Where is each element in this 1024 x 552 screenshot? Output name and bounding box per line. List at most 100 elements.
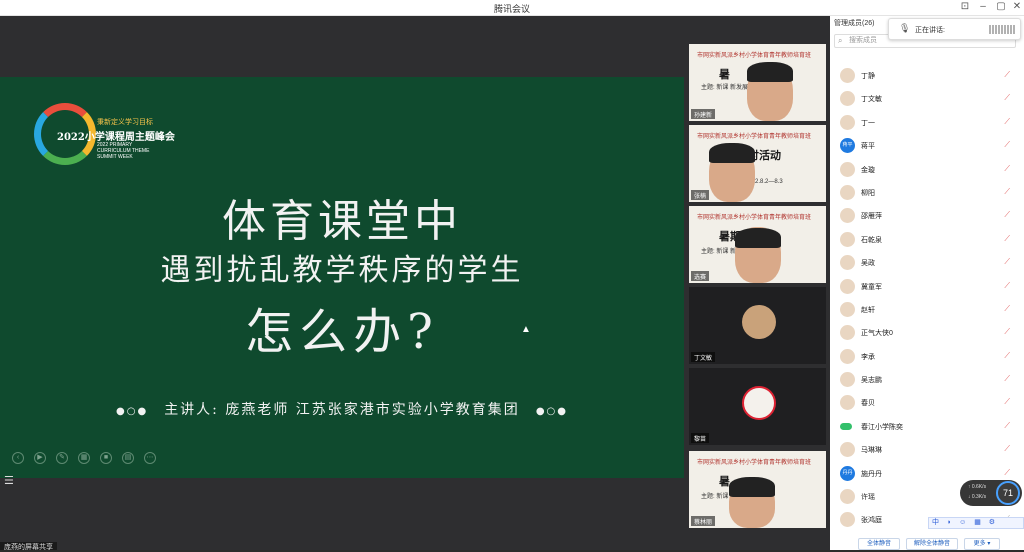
video-tile[interactable]: 市网实新风派乡村小学体育青年教师培育班 暑 主题: 新课 新发展 孙建新 xyxy=(689,44,826,121)
mic-muted-icon[interactable]: ⟋ xyxy=(1004,421,1010,431)
more-options-icon[interactable]: ⋯ xyxy=(144,452,156,464)
mic-muted-icon[interactable]: ⟋ xyxy=(1004,397,1010,407)
member-name: 石乾泉 xyxy=(861,236,882,244)
member-row[interactable]: 邵雁萍 ⟋ xyxy=(830,204,1024,227)
member-row[interactable]: 李承 ⟋ xyxy=(830,345,1024,368)
ime-toolbar[interactable]: 中 ◗ ☺ ▦ ⚙ xyxy=(928,517,1024,529)
screen-share-label: 庞燕的屏幕共享 xyxy=(0,542,57,551)
mic-muted-icon[interactable]: ⟋ xyxy=(1004,468,1010,478)
member-row[interactable]: 吴政 ⟋ xyxy=(830,251,1024,274)
play-icon[interactable]: ▶ xyxy=(34,452,46,464)
mute-all-button[interactable]: 全体静音 xyxy=(858,538,900,550)
members-panel-title: 管理成员(26) xyxy=(834,20,875,27)
participant-name: 选赛 xyxy=(691,271,710,281)
video-tile[interactable]: 黎苗 xyxy=(689,368,826,445)
member-row[interactable]: 春贝 ⟋ xyxy=(830,391,1024,414)
mic-muted-icon[interactable]: ⟋ xyxy=(1004,304,1010,314)
member-row[interactable]: 吴志鹏 ⟋ xyxy=(830,368,1024,391)
mic-muted-icon[interactable]: ⟋ xyxy=(1004,327,1010,337)
close-icon[interactable]: ✕ xyxy=(1010,1,1024,12)
logo-subtitle: 2022 PRIMARY CURRICULUM THEME SUMMIT WEE… xyxy=(97,142,150,160)
decor-dots-right: ●○● xyxy=(535,406,568,417)
video-tile[interactable]: 市网实新风派乡村小学体育青年教师培育班 暑期研 动 主题: 新课 新发展 选赛 xyxy=(689,206,826,283)
mic-muted-icon[interactable]: ⟋ xyxy=(1004,164,1010,174)
video-tile[interactable]: 市网实新风派乡村小学体育青年教师培育班 研讨活动 2022.8.2—8.3 张楠 xyxy=(689,125,826,202)
mic-muted-icon[interactable]: ⟋ xyxy=(1004,351,1010,361)
avatar: 丹丹 xyxy=(840,465,855,481)
member-row[interactable]: 赵轩 ⟋ xyxy=(830,298,1024,321)
slide-title-line3: 怎么办? xyxy=(245,304,439,360)
toggle-icon xyxy=(840,422,852,430)
more-button[interactable]: 更多 ▾ xyxy=(964,538,1000,550)
mic-muted-icon[interactable]: ⟋ xyxy=(1004,93,1010,103)
member-row[interactable]: 丁静 ⟋ xyxy=(830,64,1024,87)
member-row[interactable]: 金璇 ⟋ xyxy=(830,158,1024,181)
participant-hair xyxy=(747,62,793,82)
avatar xyxy=(840,114,855,130)
participant-hair xyxy=(729,477,775,497)
unmute-all-button[interactable]: 解除全体静音 xyxy=(906,538,958,550)
title-bar: 腾讯会议 ⊡ – ▢ ✕ xyxy=(0,0,1024,16)
logo-title: 2022小学课程周主题峰会 xyxy=(57,132,175,143)
video-gallery: 市网实新风派乡村小学体育青年教师培育班 暑 主题: 新课 新发展 孙建新 市网实… xyxy=(684,16,830,550)
member-list: 丁静 ⟋ 丁文敏 ⟋ 丁一 ⟋ 蒋平 蒋平 ⟋ 金璇 ⟋ 柳阳 ⟋ 邵雁萍 ⟋ 石乾泉 ⟋ 吴政 ⟋ 冀童军 ⟋ 赵轩 ⟋ 正… xyxy=(830,64,1024,532)
maximize-icon[interactable]: ▢ xyxy=(994,1,1008,12)
mic-muted-icon[interactable]: ⟋ xyxy=(1004,70,1010,80)
member-name: 春江小学陈奕 xyxy=(861,423,903,431)
member-name: 丁一 xyxy=(861,119,875,127)
avatar xyxy=(840,348,855,364)
video-slide-banner: 市网实新风派乡村小学体育青年教师培育班 xyxy=(697,215,812,221)
avatar xyxy=(840,231,855,247)
pin-icon[interactable]: ⊡ xyxy=(958,1,972,12)
mic-muted-icon[interactable]: ⟋ xyxy=(1004,281,1010,291)
member-row[interactable]: 春江小学陈奕 ⟋ xyxy=(830,415,1024,438)
video-slide-heading: 暑 xyxy=(719,69,730,81)
member-row[interactable]: 蒋平 蒋平 ⟋ xyxy=(830,134,1024,157)
participant-avatar xyxy=(742,305,776,339)
mic-muted-icon[interactable]: ⟋ xyxy=(1004,257,1010,267)
mic-muted-icon[interactable]: ⟋ xyxy=(1004,187,1010,197)
view-all-icon[interactable]: ▦ xyxy=(78,452,90,464)
chevron-down-icon: ▾ xyxy=(987,541,991,547)
avatar xyxy=(840,301,855,317)
member-row[interactable]: 正气大侠0 ⟋ xyxy=(830,321,1024,344)
pen-icon[interactable]: ✎ xyxy=(56,452,68,464)
mic-muted-icon[interactable]: ⟋ xyxy=(1004,140,1010,150)
more-button-label: 更多 xyxy=(973,541,986,547)
mic-muted-icon[interactable]: ⟋ xyxy=(1004,234,1010,244)
mic-muted-icon[interactable]: ⟋ xyxy=(1004,117,1010,127)
logo-tagline: 秉新定义学习目标 xyxy=(97,119,153,126)
member-name: 邵雁萍 xyxy=(861,213,882,221)
audio-wave-icon xyxy=(989,25,1015,34)
slide-speaker: ●○● 主讲人: 庞燕老师 江苏张家港市实验小学教育集团 ●○● xyxy=(0,399,684,419)
prev-slide-icon[interactable]: ‹ xyxy=(12,452,24,464)
mic-muted-icon[interactable]: ⟋ xyxy=(1004,210,1010,220)
member-row[interactable]: 柳阳 ⟋ xyxy=(830,181,1024,204)
avatar xyxy=(840,278,855,294)
slideshow-toolbar: ‹ ▶ ✎ ▦ ■ ▤ ⋯ xyxy=(12,452,156,464)
member-row[interactable]: 冀童军 ⟋ xyxy=(830,275,1024,298)
window-title: 腾讯会议 xyxy=(493,4,530,14)
download-speed: ↓ 0.3K/s xyxy=(968,494,987,500)
avatar xyxy=(840,442,855,458)
member-row[interactable]: 马琳琳 ⟋ xyxy=(830,438,1024,461)
member-row[interactable]: 丁文敏 ⟋ xyxy=(830,87,1024,110)
avatar xyxy=(840,372,855,388)
participant-avatar xyxy=(742,386,776,420)
subtitle-icon[interactable]: ▤ xyxy=(122,452,134,464)
participant-name: 蔡林丽 xyxy=(691,516,716,526)
minimize-icon[interactable]: – xyxy=(976,1,990,12)
mic-muted-icon[interactable]: ⟋ xyxy=(1004,374,1010,384)
video-tile[interactable]: 丁文敏 xyxy=(689,287,826,364)
camera-icon[interactable]: ■ xyxy=(100,452,112,464)
member-row[interactable]: 石乾泉 ⟋ xyxy=(830,228,1024,251)
avatar xyxy=(840,91,855,107)
mic-muted-icon[interactable]: ⟋ xyxy=(1004,444,1010,454)
speaker-text: 主讲人: 庞燕老师 江苏张家港市实验小学教育集团 xyxy=(164,402,520,418)
video-tile[interactable]: 市网实新风派乡村小学体育青年教师培育班 暑 主题: 新课 新发展 蔡林丽 xyxy=(689,451,826,528)
avatar xyxy=(840,208,855,224)
network-speed-widget[interactable]: ↑ 0.6K/s ↓ 0.3K/s 71 xyxy=(960,480,1022,506)
menu-icon[interactable]: ☰ xyxy=(4,474,18,488)
member-name: 正气大侠0 xyxy=(861,330,893,338)
member-row[interactable]: 丁一 ⟋ xyxy=(830,111,1024,134)
